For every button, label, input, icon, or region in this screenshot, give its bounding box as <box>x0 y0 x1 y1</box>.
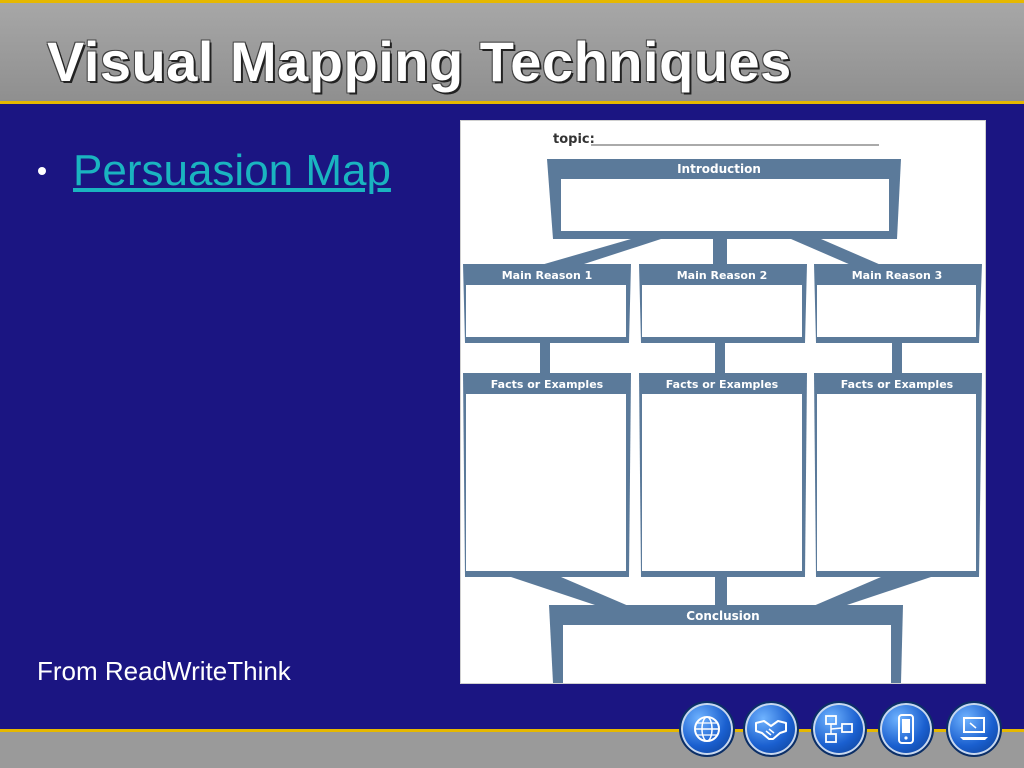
worksheet-topic-label: topic: <box>553 132 595 147</box>
network-icon <box>825 715 853 743</box>
handshake-button[interactable] <box>743 701 799 757</box>
worksheet-facts-3-label: Facts or Examples <box>841 378 954 391</box>
worksheet-main-reason-2-label: Main Reason 2 <box>677 269 768 282</box>
worksheet-facts-2-label: Facts or Examples <box>666 378 779 391</box>
handshake-icon <box>755 720 787 740</box>
laptop-icon <box>960 717 988 740</box>
title-accent-line <box>0 101 1024 104</box>
globe-button[interactable] <box>679 701 735 757</box>
persuasion-map-worksheet: topic: Introduction Main Reason 1 Main R… <box>460 120 986 684</box>
bullet-dot <box>38 167 46 175</box>
laptop-button[interactable] <box>946 701 1002 757</box>
network-button[interactable] <box>811 701 867 757</box>
worksheet-introduction-label: Introduction <box>677 162 761 176</box>
mobile-phone-icon <box>898 714 914 744</box>
title-band: Visual Mapping Techniques <box>0 3 1024 101</box>
persuasion-map-link[interactable]: Persuasion Map <box>73 146 391 196</box>
page-title: Visual Mapping Techniques <box>47 30 792 93</box>
worksheet-conclusion-label: Conclusion <box>686 609 759 623</box>
bullet-item: Persuasion Map <box>38 146 391 196</box>
worksheet-main-reason-3-label: Main Reason 3 <box>852 269 943 282</box>
mobile-phone-button[interactable] <box>878 701 934 757</box>
globe-icon <box>694 716 720 742</box>
worksheet-facts-1-label: Facts or Examples <box>491 378 604 391</box>
worksheet-main-reason-1-label: Main Reason 1 <box>502 269 593 282</box>
source-note: From ReadWriteThink <box>37 656 291 686</box>
footer-band <box>0 732 1024 768</box>
